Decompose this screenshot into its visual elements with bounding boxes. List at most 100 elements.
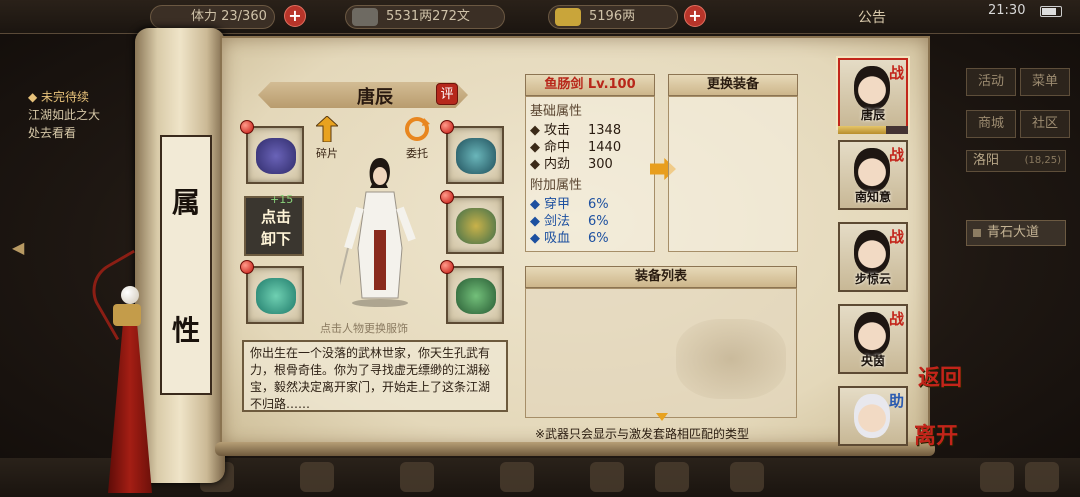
red-gem-icon (240, 260, 254, 274)
nav-icon-4[interactable] (500, 462, 534, 492)
community-button[interactable]: 社区 (1020, 110, 1070, 138)
equip-list-panel[interactable] (525, 288, 797, 418)
assist-tag: 助 (888, 392, 904, 410)
road-location-button[interactable]: 青石大道 (966, 220, 1066, 246)
party-name: 唐辰 (860, 108, 885, 122)
nav-icon-6[interactable] (655, 462, 689, 492)
shop-button[interactable]: 商城 (966, 110, 1016, 138)
weapon-stats: 基础属性 ◆ 攻击 1348 ◆ 命中 1440 ◆ 内劲 300 附加属性 ◆ 穿甲 6% ◆… (525, 96, 655, 252)
red-gem-icon (440, 260, 454, 274)
portrait (854, 312, 890, 356)
delegate-cycle-icon[interactable] (404, 116, 430, 142)
equip-list-title: 装备列表 (525, 266, 797, 288)
stat-label: 内劲 (544, 157, 571, 172)
stamina-text: 体力 23/360 (191, 9, 267, 24)
menu-button[interactable]: 菜单 (1020, 68, 1070, 96)
equip-slot-helmet[interactable] (440, 120, 504, 184)
add-gold-button[interactable]: + (684, 5, 706, 27)
stat-value: 1440 (588, 140, 622, 155)
nav-icon-5[interactable] (590, 462, 624, 492)
battle-tag: 战 (888, 64, 904, 82)
equip-slot-boots[interactable] (440, 260, 504, 324)
unequip-label-2: 卸下 (260, 230, 291, 248)
equip-slot-armor[interactable] (440, 190, 504, 254)
change-equip-panel[interactable] (668, 96, 798, 252)
activity-button[interactable]: 活动 (966, 68, 1016, 96)
stamina-display: 体力 23/360 (150, 5, 275, 29)
nav-icon-8[interactable] (980, 462, 1014, 492)
stat-value: 6% (588, 231, 609, 246)
portrait (854, 230, 890, 274)
necklace-icon (256, 138, 296, 174)
battery-icon (1040, 6, 1062, 17)
leave-button[interactable]: 离开 (914, 418, 958, 450)
battle-tag: 战 (888, 228, 904, 246)
back-button[interactable]: 返回 (918, 360, 962, 392)
stat-label: 命中 (544, 140, 571, 155)
nav-icon-7[interactable] (730, 462, 764, 492)
red-gem-icon (240, 120, 254, 134)
gold-display: 5196两 (548, 5, 678, 29)
character-figure[interactable] (340, 148, 420, 308)
red-gem-icon (440, 120, 454, 134)
collapse-left-icon[interactable]: ◀ (12, 238, 24, 257)
battle-tag: 战 (888, 310, 904, 328)
enhance-level: +15 (270, 193, 294, 206)
party-card-5[interactable]: 助 (838, 386, 908, 446)
weapon-title: 鱼肠剑 Lv.100 (525, 74, 655, 96)
exp-bar (838, 126, 908, 134)
gold-ingot-icon (555, 8, 581, 26)
portrait (854, 148, 890, 192)
city-coords: (18,25) (1024, 155, 1061, 166)
fragment-label: 碎片 (316, 147, 338, 160)
stat-row: ◆ 攻击 1348 (530, 123, 622, 138)
party-name: 步惊云 (854, 272, 891, 286)
stat-row: ◆ 剑法 6% (530, 214, 609, 229)
notice-button[interactable]: 公告 (858, 7, 886, 27)
party-name: 南知意 (854, 190, 891, 204)
equip-slot-necklace[interactable] (240, 120, 304, 184)
party-card-2[interactable]: 战 南知意 (838, 140, 908, 210)
party-card-1[interactable]: 战 唐辰 (838, 58, 908, 128)
red-gem-icon (440, 190, 454, 204)
scroll-bottom-rod (215, 442, 935, 456)
fragment-arrow-icon[interactable] (316, 116, 338, 142)
boots-icon (456, 278, 496, 314)
party-card-4[interactable]: 战 央茵 (838, 304, 908, 374)
stat-row: ◆ 命中 1440 (530, 140, 622, 155)
rate-button[interactable]: 评 (436, 83, 458, 105)
armor-icon (456, 208, 496, 244)
stat-value: 6% (588, 214, 609, 229)
nav-icon-3[interactable] (400, 462, 434, 492)
gold-text: 5196两 (589, 9, 636, 24)
tab-attributes[interactable]: 属 性 (160, 135, 212, 395)
scroll-down-icon[interactable] (656, 413, 668, 421)
add-stamina-button[interactable]: + (284, 5, 306, 27)
stat-value: 6% (588, 197, 609, 212)
bead (121, 286, 139, 304)
equip-slot-ring[interactable] (240, 260, 304, 324)
helmet-icon (456, 138, 496, 174)
base-stats-header: 基础属性 (530, 104, 583, 119)
equip-list-note: ※武器只会显示与激发套路相匹配的类型 (535, 427, 750, 441)
stat-label: 吸血 (544, 231, 571, 246)
game-screen: { "topbar": { "stamina": "体力 23/360", "m… (0, 0, 1080, 497)
unequip-label-1: 点击 (260, 208, 291, 226)
stat-label: 剑法 (544, 214, 571, 229)
stat-row: ◆ 吸血 6% (530, 231, 609, 246)
tab-char-1: 属 (171, 186, 200, 219)
extra-stats-header: 附加属性 (530, 178, 583, 193)
character-bio: 你出生在一个没落的武林世家，你天生孔武有力，根骨奇佳。你为了寻找虚无缥缈的江湖秘… (242, 340, 508, 412)
party-card-3[interactable]: 战 步惊云 (838, 222, 908, 292)
battle-tag: 战 (888, 146, 904, 164)
tassel-cap (113, 304, 141, 326)
party-name: 央茵 (860, 354, 885, 368)
portrait (854, 394, 890, 438)
tab-char-2: 性 (171, 314, 200, 347)
nav-icon-2[interactable] (300, 462, 334, 492)
character-name: 唐辰 (357, 87, 393, 108)
stat-label: 攻击 (544, 123, 571, 138)
clock: 21:30 (988, 3, 1026, 18)
stat-label: 穿甲 (544, 197, 571, 212)
nav-icon-9[interactable] (1025, 462, 1059, 492)
